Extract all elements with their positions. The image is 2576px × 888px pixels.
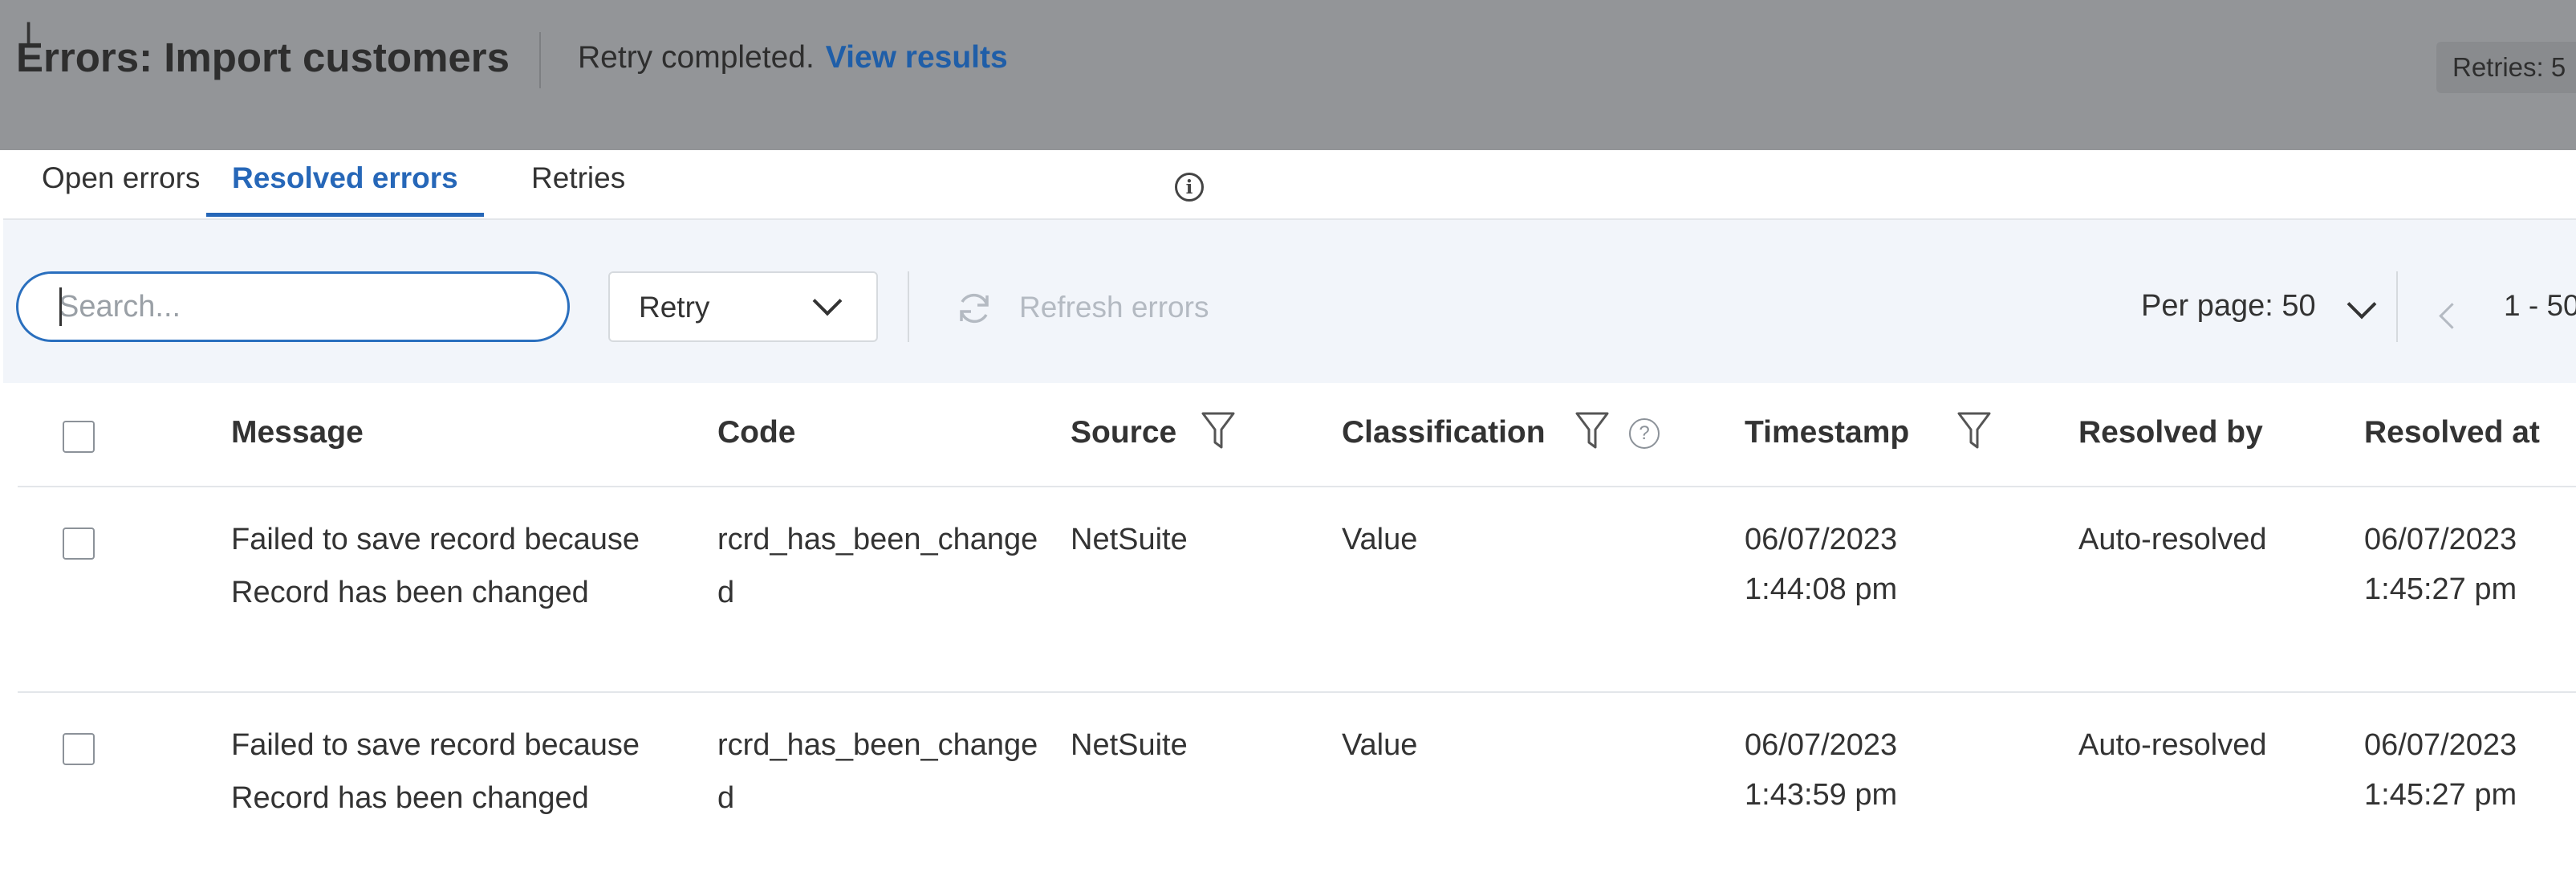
cell-code: rcrd_has_been_changed [717,523,1038,609]
header-divider [539,32,541,88]
tab-retries[interactable]: Retries i [531,161,1204,217]
tab-retries-label: Retries [531,161,626,194]
cell-resolved-by: Auto-resolved [2078,523,2267,556]
chevron-down-icon [2346,289,2377,320]
column-header-source[interactable]: Source [1071,415,1176,450]
filter-icon[interactable] [1956,410,1992,450]
cell-source: NetSuite [1071,523,1188,556]
chevron-left-icon[interactable] [2439,303,2465,329]
resolved-at-date: 06/07/2023 [2364,523,2517,556]
search-input[interactable] [16,271,570,342]
select-all-checkbox[interactable] [63,421,95,453]
page-title: Errors: Import customers [16,35,510,80]
cell-classification: Value [1342,728,1418,762]
refresh-icon [960,293,989,324]
toolbar: Retry Refresh errors Per page: 50 1 - 50 [3,220,2576,383]
resolved-at-time: 1:45:27 pm [2364,778,2517,812]
help-icon[interactable]: ? [1629,418,1660,449]
chevron-down-icon [812,286,843,316]
table-header-row: Message Code Source Classification ? Tim… [18,383,2576,487]
resolved-at-date: 06/07/2023 [2364,728,2517,762]
cell-source: NetSuite [1071,728,1188,762]
retry-select-value: Retry [639,291,710,324]
timestamp-date: 06/07/2023 [1745,728,1898,762]
timestamp-date: 06/07/2023 [1745,523,1898,556]
column-header-message[interactable]: Message [231,415,364,450]
row-checkbox[interactable] [63,733,95,765]
tab-resolved-errors[interactable]: Resolved errors [206,161,484,217]
cell-resolved-at: 06/07/2023 1:45:27 pm [2364,515,2517,614]
errors-drawer: Open errors Resolved errors Retries i Re… [3,150,2576,888]
resolved-errors-table: Message Code Source Classification ? Tim… [18,383,2576,888]
filter-icon[interactable] [1574,410,1610,450]
refresh-errors-label: Refresh errors [1019,291,1209,324]
view-results-link[interactable]: View results [826,40,1008,75]
resolved-at-time: 1:45:27 pm [2364,572,2517,606]
column-header-classification[interactable]: Classification [1342,415,1546,450]
retry-status: Retry completed. View results [578,40,1008,75]
column-header-resolved-at[interactable]: Resolved at [2364,415,2540,450]
page-range-label: 1 - 50 [2504,289,2576,322]
cell-timestamp: 06/07/2023 1:43:59 pm [1745,720,1897,820]
column-header-code[interactable]: Code [717,415,796,450]
table-row[interactable]: Failed to save record because Record has… [18,487,2576,693]
info-icon[interactable]: i [1175,173,1204,202]
tab-bar: Open errors Resolved errors Retries i [3,150,2576,220]
per-page-select[interactable]: Per page: 50 [2141,289,2377,324]
cell-timestamp: 06/07/2023 1:44:08 pm [1745,515,1897,614]
page-header: Ι Errors: Import customers Retry complet… [0,0,2576,150]
column-header-timestamp[interactable]: Timestamp [1745,415,1909,450]
table-row[interactable]: Failed to save record because Record has… [18,693,2576,888]
cell-code: rcrd_has_been_changed [717,728,1038,815]
row-checkbox[interactable] [63,528,95,560]
tab-open-errors[interactable]: Open errors [42,161,200,217]
cell-classification: Value [1342,523,1418,556]
retry-status-text: Retry completed. [578,40,815,75]
per-page-label: Per page: 50 [2141,289,2316,323]
cell-message: Failed to save record because Record has… [231,523,640,609]
cell-resolved-by: Auto-resolved [2078,728,2267,762]
column-header-resolved-by[interactable]: Resolved by [2078,415,2263,450]
toolbar-divider [908,271,909,342]
retries-badge[interactable]: Retries: 5 [2436,42,2576,93]
text-caret [59,287,62,326]
pager-divider [2396,271,2398,342]
cell-resolved-at: 06/07/2023 1:45:27 pm [2364,720,2517,820]
cell-message: Failed to save record because Record has… [231,728,640,815]
timestamp-time: 1:44:08 pm [1745,572,1898,606]
timestamp-time: 1:43:59 pm [1745,778,1898,812]
filter-icon[interactable] [1201,410,1236,450]
retry-filter-select[interactable]: Retry [608,271,878,342]
